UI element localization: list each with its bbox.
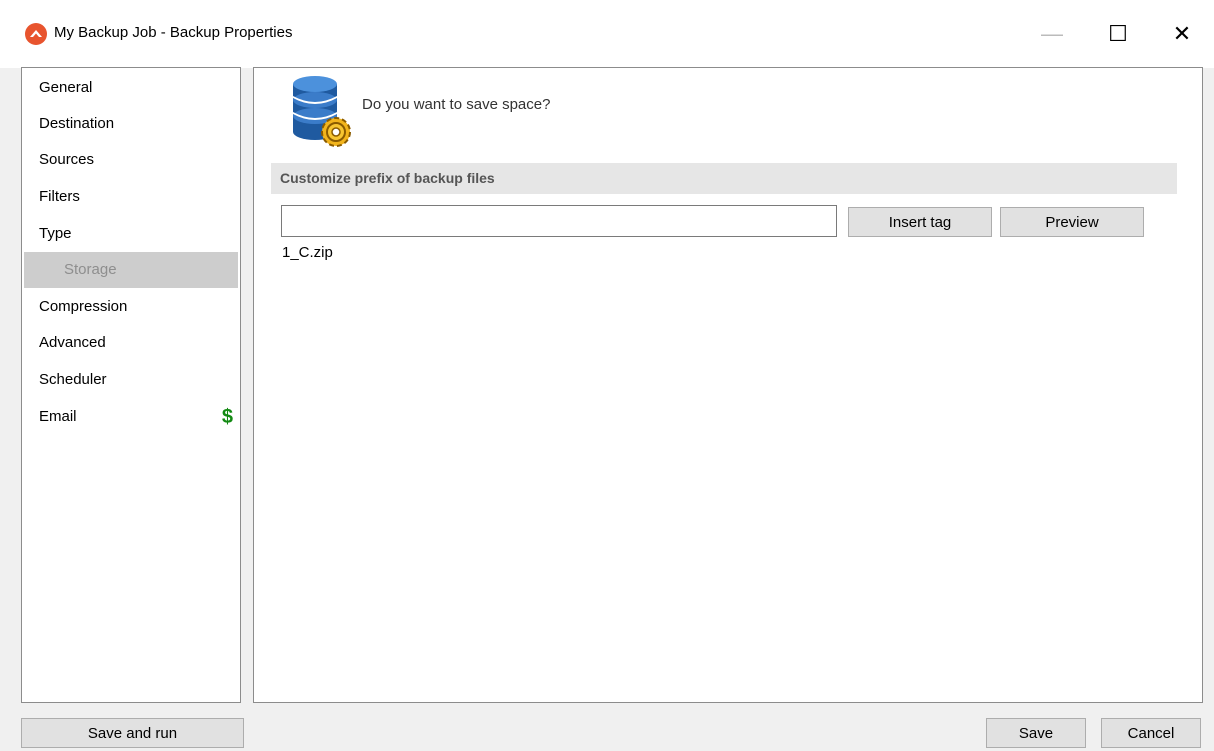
window-title: My Backup Job - Backup Properties xyxy=(54,24,293,41)
sidebar-item-storage[interactable]: Storage xyxy=(24,252,238,288)
close-button[interactable]: ✕ xyxy=(1154,10,1210,58)
sidebar-item-type[interactable]: Type xyxy=(24,216,238,252)
maximize-button[interactable]: ☐ xyxy=(1090,10,1146,58)
sidebar-item-label: Sources xyxy=(39,151,95,168)
database-gear-icon xyxy=(290,72,356,150)
prefix-input[interactable] xyxy=(281,205,837,237)
sidebar-item-label: General xyxy=(39,79,93,96)
sidebar-item-label: Compression xyxy=(39,298,128,315)
save-space-question: Do you want to save space? xyxy=(362,96,551,113)
sidebar-item-sources[interactable]: Sources xyxy=(24,142,238,178)
sidebar-item-destination[interactable]: Destination xyxy=(24,106,238,142)
sidebar-item-label: Email xyxy=(39,408,77,425)
minimize-button[interactable]: — xyxy=(1024,10,1080,58)
sidebar-item-label: Filters xyxy=(39,188,80,205)
sidebar-item-compression[interactable]: Compression xyxy=(24,289,238,325)
preview-button[interactable]: Preview xyxy=(1000,207,1144,237)
sidebar-item-scheduler[interactable]: Scheduler xyxy=(24,362,238,398)
title-bar: My Backup Job - Backup Properties — ☐ ✕ xyxy=(0,0,1214,68)
sidebar-item-general[interactable]: General xyxy=(24,70,238,106)
sidebar-item-label: Scheduler xyxy=(39,371,107,388)
sidebar-item-advanced[interactable]: Advanced xyxy=(24,325,238,361)
backup-properties-window: My Backup Job - Backup Properties — ☐ ✕ … xyxy=(0,0,1214,751)
storage-panel: Do you want to save space? Customize pre… xyxy=(253,67,1203,703)
sidebar-item-filters[interactable]: Filters xyxy=(24,179,238,215)
sidebar-item-email[interactable]: Email $ xyxy=(24,399,238,435)
sidebar-item-label: Type xyxy=(39,225,72,242)
sidebar-item-label: Storage xyxy=(64,261,117,278)
dollar-icon: $ xyxy=(221,406,233,428)
insert-tag-button[interactable]: Insert tag xyxy=(848,207,992,237)
sidebar-item-label: Advanced xyxy=(39,334,106,351)
filename-preview: 1_C.zip xyxy=(282,244,333,261)
save-button[interactable]: Save xyxy=(986,718,1086,748)
save-and-run-button[interactable]: Save and run xyxy=(21,718,244,748)
sidebar-item-label: Destination xyxy=(39,115,115,132)
settings-sidebar: General Destination Sources Filters Type… xyxy=(21,67,241,703)
cancel-button[interactable]: Cancel xyxy=(1101,718,1201,748)
app-logo-icon xyxy=(25,23,47,45)
section-header: Customize prefix of backup files xyxy=(271,163,1177,194)
